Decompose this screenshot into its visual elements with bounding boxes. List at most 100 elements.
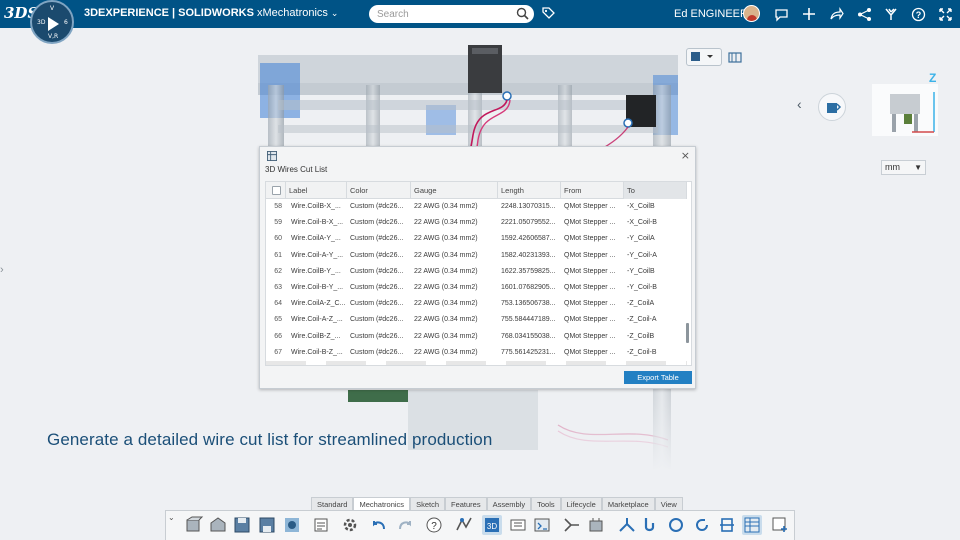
compass-widget[interactable]: V 3D 6 V,R [30,0,74,44]
cell-label: Wire.CoilB-Z_... [291,332,341,340]
plus-icon[interactable] [800,5,818,23]
table-row[interactable]: 63 Wire.Coil-B-Y_... Custom (#dc26... 22 AW… [266,280,687,296]
cell-num: 62 [274,267,282,275]
avatar[interactable] [743,5,760,22]
table-row[interactable]: 58 Wire.CoilB-X_... Custom (#dc26... 22 AWG… [266,199,687,215]
cell-from: QMot Stepper ... [564,332,616,340]
clamp-icon[interactable] [717,515,737,535]
unit-select[interactable]: mm ▼ [881,160,926,175]
cell-to: -Z_CoilA [627,300,655,308]
help-icon[interactable]: ? [909,5,927,23]
search-box[interactable] [369,5,534,23]
cell-length: 1582.40231393... [501,251,556,259]
help-icon[interactable]: ? [424,515,444,535]
column-header-gauge[interactable]: Gauge [411,182,498,199]
cell-color: Custom (#dc26... [350,203,404,210]
export-table-button[interactable]: Export Table [624,371,692,384]
circle-icon[interactable] [666,515,686,535]
schematic-icon[interactable] [532,515,552,535]
tab-marketplace[interactable]: Marketplace [601,497,655,510]
save-as-icon[interactable] [257,515,277,535]
route-wire-icon[interactable] [562,515,582,535]
tab-sketch[interactable]: Sketch [410,497,445,510]
add-to-table-icon[interactable] [770,515,790,535]
undo-icon[interactable] [369,515,389,535]
options-gear-icon[interactable] [340,515,360,535]
tab-assembly[interactable]: Assembly [486,497,532,510]
table-row[interactable]: 61 Wire.Coil-A-Y_... Custom (#dc26... 22 AW… [266,248,687,264]
cell-length: 2248.13070315... [501,203,556,210]
tab-features[interactable]: Features [445,497,487,510]
cell-length: 753.136506738... [501,300,556,308]
refresh-icon[interactable] [692,515,712,535]
chevron-down-icon[interactable]: ⌄ [331,8,339,19]
column-header-length[interactable]: Length [498,182,561,199]
cell-to: -Y_Coil-A [627,251,657,259]
scrollbar-thumb[interactable] [686,323,689,343]
collapse-panel-chevron-icon[interactable]: ‹ [797,96,802,112]
wires-cut-list-dialog: 3D Wires Cut List × Label Color Gauge Le… [259,146,696,389]
table-row[interactable]: 62 Wire.CoilB-Y_... Custom (#dc26... 22 AWG… [266,264,687,280]
assembly-tree-icon[interactable] [282,515,302,535]
properties-icon[interactable] [311,515,331,535]
table-row-partial[interactable] [266,361,687,365]
column-header-color[interactable]: Color [347,182,411,199]
table-row[interactable]: 67 Wire.Coil-B-Z_... Custom (#dc26... 22 AW… [266,345,687,361]
table-row[interactable]: 65 Wire.Coil-A-Z_... Custom (#dc26... 22 AW… [266,312,687,328]
share-arrow-icon[interactable] [827,5,845,23]
share-bubble-icon[interactable] [772,5,790,23]
wiring-harness-icon[interactable] [454,515,474,535]
bend-icon[interactable] [641,515,661,535]
column-header-to[interactable]: To [624,182,687,199]
bundle-icon[interactable] [586,515,606,535]
promo-caption: Generate a detailed wire cut list for st… [47,430,493,449]
cell-from: QMot Stepper ... [564,284,616,291]
network-share-icon[interactable] [855,5,873,23]
section-view-icon[interactable] [728,51,742,64]
open-part-icon[interactable] [208,515,228,535]
cell-label: Wire.Coil-A-Z_... [291,316,343,324]
cell-length: 1622.35759825... [501,267,556,275]
tab-tools[interactable]: Tools [531,497,561,510]
render-style-button[interactable] [686,48,722,66]
branch-icon[interactable] [617,515,637,535]
collapse-toolbar-icon[interactable]: ⌄ [168,513,175,522]
cut-list-table-icon[interactable] [742,515,762,535]
tab-standard[interactable]: Standard [311,497,354,510]
user-name[interactable]: Ed ENGINEER [674,8,748,20]
save-icon[interactable] [232,515,252,535]
table-row[interactable]: 64 Wire.CoilA-Z_C... Custom (#dc26... 22 AW… [266,296,687,312]
table-row[interactable]: 66 Wire.CoilB-Z_... Custom (#dc26... 22 AWG… [266,329,687,345]
expand-left-panel-icon[interactable]: › [0,264,10,280]
select-all-checkbox[interactable] [272,186,281,195]
search-input[interactable] [377,7,512,21]
tag-icon[interactable] [541,6,556,21]
connector-icon[interactable] [508,515,528,535]
tab-lifecycle[interactable]: Lifecycle [560,497,602,510]
search-icon[interactable] [516,7,529,20]
app-title[interactable]: 3DEXPERIENCE | SOLIDWORKS xMechatronics ⌄ [84,7,338,19]
cell-color: Custom (#dc26... [350,251,404,259]
play-icon[interactable] [48,17,59,31]
tab-mechatronics[interactable]: Mechatronics [353,497,411,510]
cell-label: Wire.Coil-B-Z_... [291,348,343,356]
compass-apps-icon[interactable] [882,5,900,23]
redo-icon[interactable] [395,515,415,535]
cell-from: QMot Stepper ... [564,203,616,210]
cell-to: -Y_Coil-B [627,284,657,291]
cell-num: 66 [274,332,282,340]
axis-z-label: Z [929,71,937,85]
fullscreen-icon[interactable] [936,5,954,23]
3d-wire-icon[interactable]: 3D [482,515,502,535]
tab-view[interactable]: View [654,497,683,510]
table-scrollbar[interactable] [685,199,690,365]
table-row[interactable]: 60 Wire.CoilA-Y_... Custom (#dc26... 22 AWG… [266,231,687,247]
close-icon[interactable]: × [681,149,690,162]
column-header-from[interactable]: From [561,182,624,199]
cell-gauge: 22 AWG (0.34 mm2) [414,284,478,291]
view-cube-preview[interactable] [872,84,938,136]
column-header-label[interactable]: Label [286,182,347,199]
view-cube-toggle-button[interactable] [818,93,846,121]
table-row[interactable]: 59 Wire.Coil-B-X_... Custom (#dc26... 22 AW… [266,215,687,231]
new-part-icon[interactable] [184,515,204,535]
